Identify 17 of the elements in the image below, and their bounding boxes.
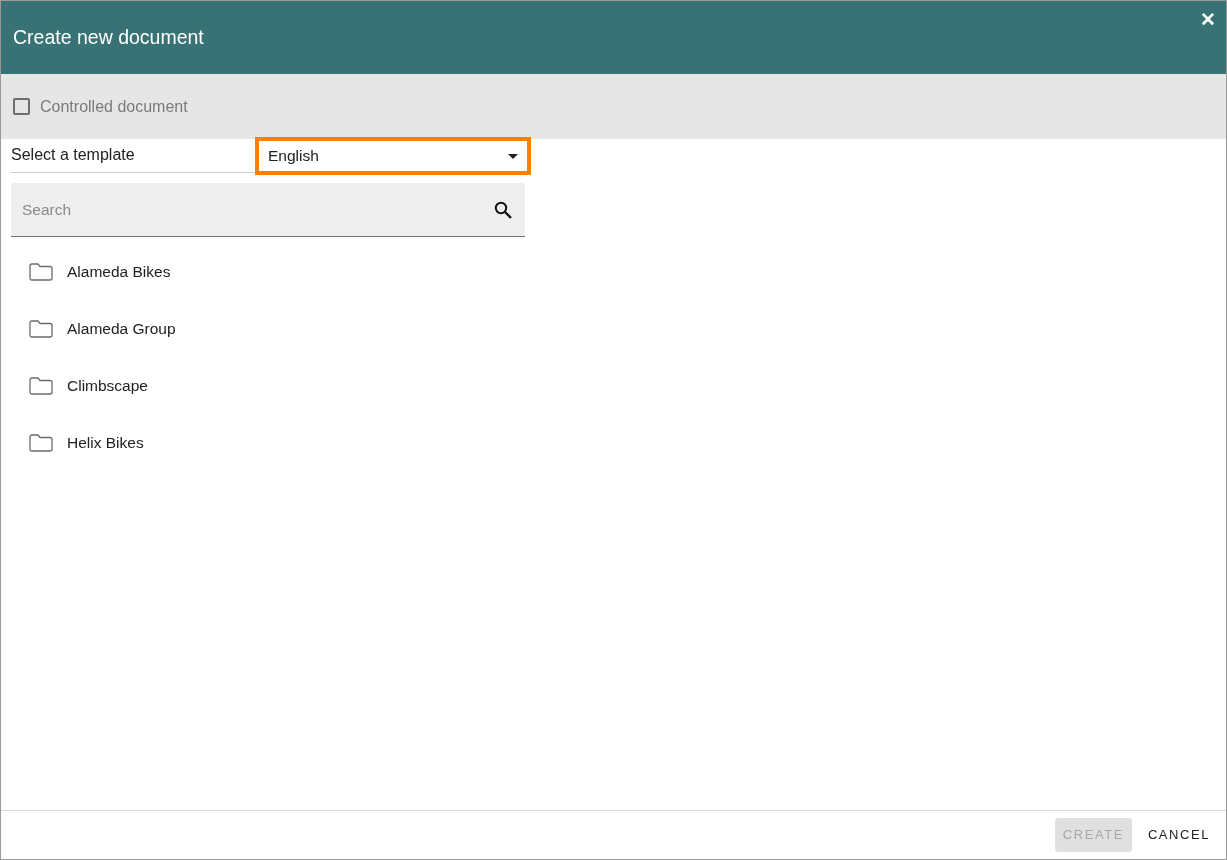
folder-icon [29,377,53,395]
cancel-button[interactable]: CANCEL [1139,818,1218,852]
search-field[interactable]: Search [11,183,525,237]
caret-icon [508,153,518,159]
checkbox[interactable] [13,98,30,115]
dialog-title: Create new document [13,25,204,50]
checkbox-label: Controlled document [40,96,188,117]
folder-item[interactable]: Alameda Group [11,311,525,368]
folder-icon [29,263,53,281]
language-dropdown[interactable]: English [255,137,531,175]
folder-icon [29,320,53,338]
folder-item[interactable]: Helix Bikes [11,425,525,482]
close-button[interactable]: ✕ [1200,10,1216,29]
folder-icon [29,434,53,452]
search-icon[interactable] [494,201,512,219]
folder-item[interactable]: Climbscape [11,368,525,425]
folder-item[interactable]: Alameda Bikes [11,254,525,311]
